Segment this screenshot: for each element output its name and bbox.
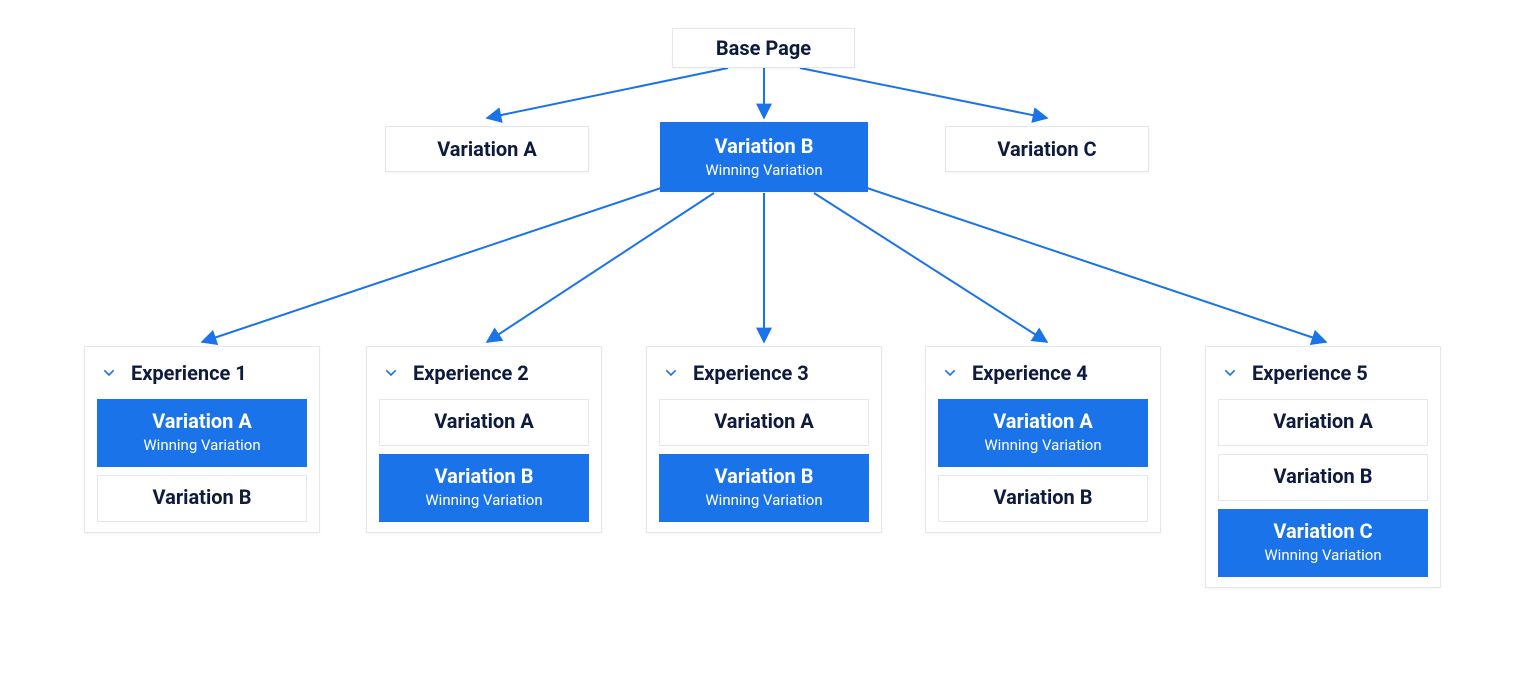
variation-a-label: Variation A: [386, 138, 588, 161]
experience-1-card: Experience 1 Variation A Winning Variati…: [84, 346, 320, 533]
experience-3-title: Experience 3: [693, 361, 809, 385]
chevron-down-icon: [663, 365, 679, 381]
experience-5-variation-b: Variation B: [1218, 454, 1428, 501]
experience-1-variation-b: Variation B: [97, 475, 307, 522]
experience-2-variation-a: Variation A: [379, 399, 589, 446]
experience-2-variation-b: Variation B Winning Variation: [379, 454, 589, 522]
variation-b-node: Variation B Winning Variation: [660, 122, 868, 192]
variation-c-node: Variation C: [945, 126, 1149, 172]
experience-4-card: Experience 4 Variation A Winning Variati…: [925, 346, 1161, 533]
experience-4-title: Experience 4: [972, 361, 1088, 385]
variation-a-node: Variation A: [385, 126, 589, 172]
base-page-node: Base Page: [672, 28, 855, 68]
experience-2-title: Experience 2: [413, 361, 529, 385]
chevron-down-icon: [383, 365, 399, 381]
experience-2-card: Experience 2 Variation A Variation B Win…: [366, 346, 602, 533]
variation-c-label: Variation C: [946, 138, 1148, 161]
experience-5-card: Experience 5 Variation A Variation B Var…: [1205, 346, 1441, 588]
chevron-down-icon: [101, 365, 117, 381]
experience-1-title: Experience 1: [131, 361, 247, 385]
experience-1-variation-a: Variation A Winning Variation: [97, 399, 307, 467]
chevron-down-icon: [942, 365, 958, 381]
variation-b-label: Variation B: [661, 135, 867, 158]
experience-3-variation-b: Variation B Winning Variation: [659, 454, 869, 522]
base-page-label: Base Page: [673, 37, 854, 60]
variation-b-sublabel: Winning Variation: [661, 161, 867, 179]
experience-3-variation-a: Variation A: [659, 399, 869, 446]
experience-4-variation-a: Variation A Winning Variation: [938, 399, 1148, 467]
experience-3-card: Experience 3 Variation A Variation B Win…: [646, 346, 882, 533]
experience-5-variation-a: Variation A: [1218, 399, 1428, 446]
chevron-down-icon: [1222, 365, 1238, 381]
experience-5-title: Experience 5: [1252, 361, 1368, 385]
experience-5-variation-c: Variation C Winning Variation: [1218, 509, 1428, 577]
experience-4-variation-b: Variation B: [938, 475, 1148, 522]
